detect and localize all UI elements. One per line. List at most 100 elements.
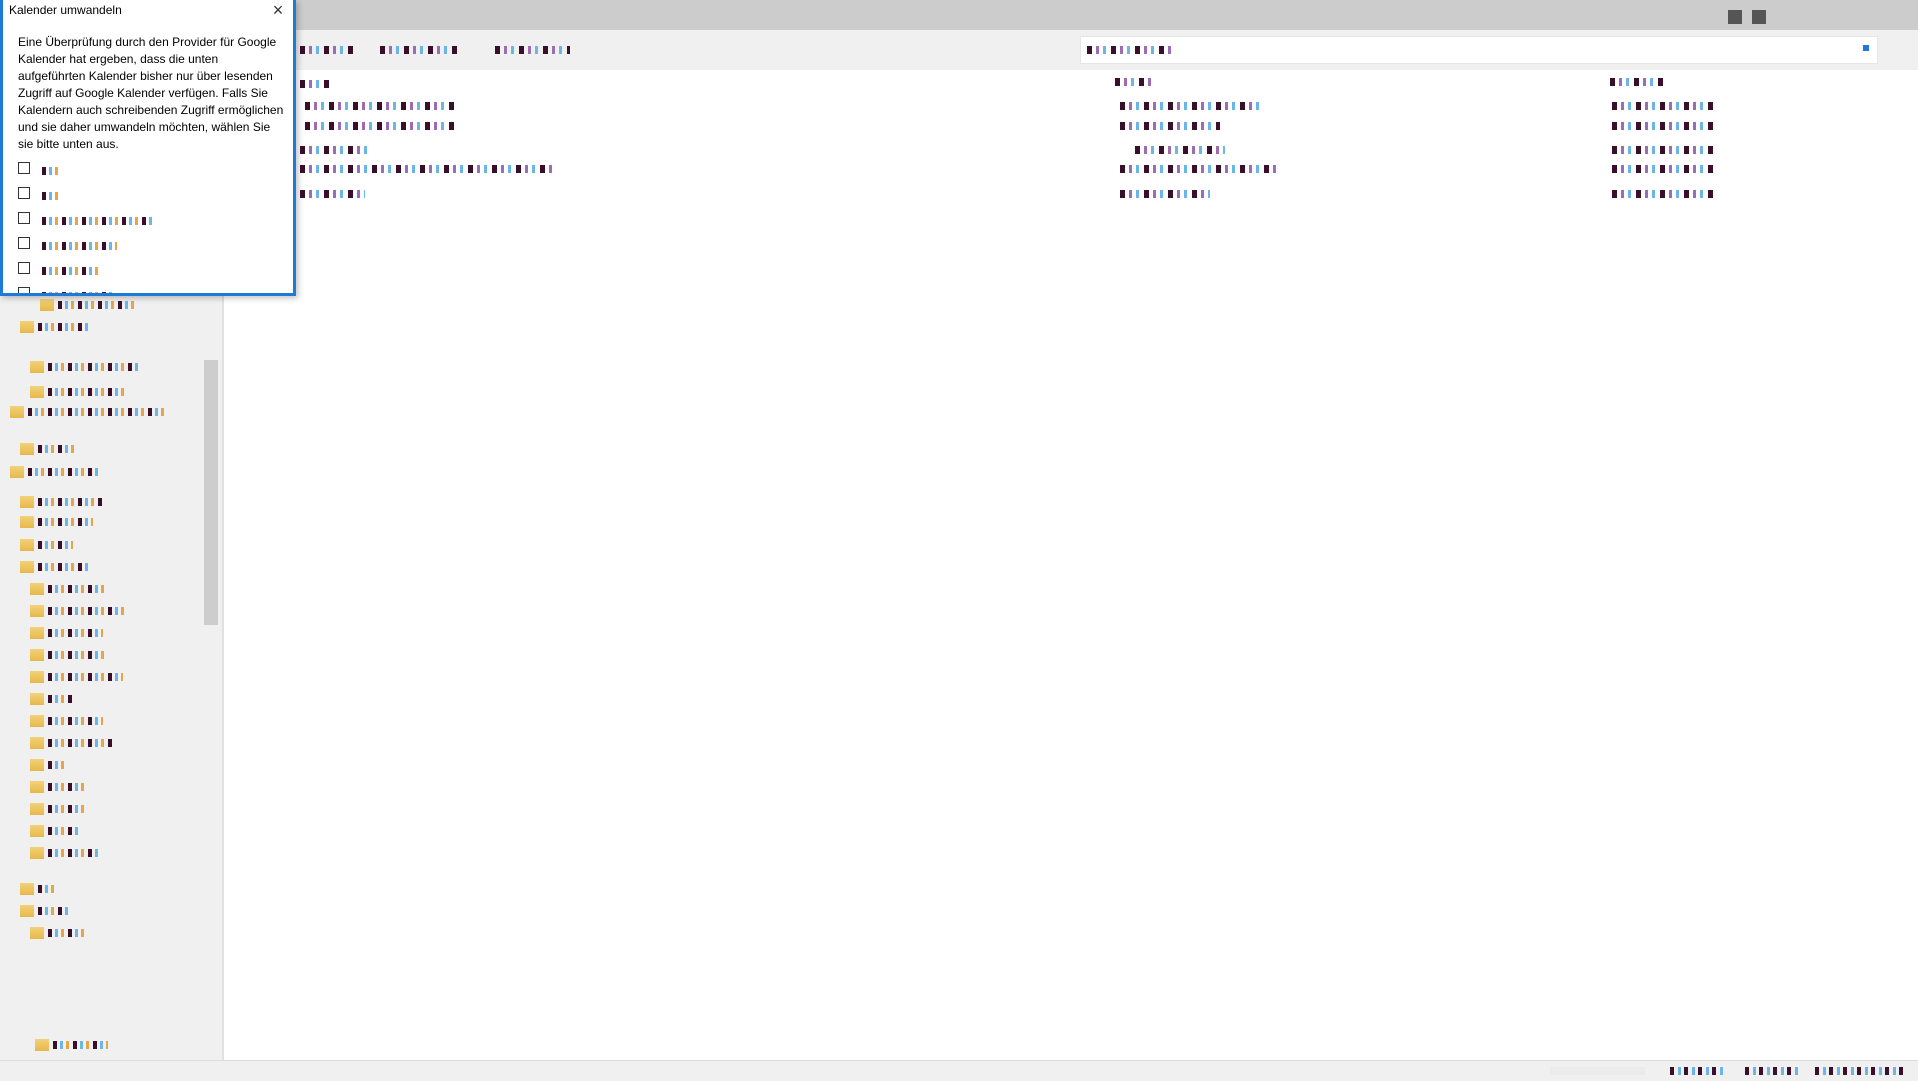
tree-item[interactable]	[20, 320, 170, 334]
calendar-checkbox[interactable]	[18, 237, 30, 249]
folder-icon	[30, 825, 44, 837]
tree-item[interactable]	[20, 560, 170, 574]
calendar-checkbox[interactable]	[18, 262, 30, 274]
tree-item[interactable]	[20, 882, 170, 896]
list-item[interactable]	[1120, 122, 1220, 130]
tree-item[interactable]	[30, 780, 180, 794]
sidebar-scrollbar[interactable]	[204, 360, 218, 625]
tree-label	[48, 717, 103, 725]
tree-item[interactable]	[30, 926, 180, 940]
list-item[interactable]	[1120, 165, 1280, 173]
list-item[interactable]	[1135, 146, 1225, 154]
status-field	[1745, 1067, 1800, 1075]
toolbar-button[interactable]	[380, 46, 460, 54]
calendar-option[interactable]	[18, 235, 278, 251]
calendar-option[interactable]	[18, 160, 278, 176]
tree-item[interactable]	[35, 1038, 185, 1052]
list-item[interactable]	[305, 102, 455, 110]
calendar-option[interactable]	[18, 260, 278, 276]
tree-label	[48, 783, 88, 791]
tree-item[interactable]	[10, 465, 160, 479]
folder-icon	[30, 386, 44, 398]
folder-icon	[30, 627, 44, 639]
tree-label	[38, 885, 58, 893]
list-item[interactable]	[300, 146, 370, 154]
tree-item[interactable]	[20, 442, 170, 456]
toolbar-button[interactable]	[300, 46, 355, 54]
list-item[interactable]	[1612, 146, 1717, 154]
calendar-label	[42, 267, 100, 275]
folder-icon	[30, 671, 44, 683]
status-field	[1550, 1067, 1645, 1075]
tree-item[interactable]	[20, 904, 170, 918]
tree-label	[48, 761, 68, 769]
toolbar-button[interactable]	[495, 46, 570, 54]
calendar-option[interactable]	[18, 285, 278, 293]
tree-label	[48, 363, 138, 371]
list-item[interactable]	[1612, 165, 1717, 173]
tree-item[interactable]	[20, 515, 170, 529]
tree-label	[48, 629, 103, 637]
folder-icon	[20, 883, 34, 895]
tree-item[interactable]	[30, 846, 180, 860]
folder-icon	[20, 516, 34, 528]
tree-item[interactable]	[20, 538, 170, 552]
tree-label	[48, 388, 128, 396]
folder-icon	[30, 781, 44, 793]
list-item[interactable]	[305, 122, 455, 130]
calendar-checkbox[interactable]	[18, 287, 30, 293]
tree-item[interactable]	[10, 405, 190, 419]
list-item[interactable]	[300, 165, 555, 173]
tree-item[interactable]	[30, 758, 180, 772]
tree-label	[48, 929, 88, 937]
calendar-label	[42, 242, 117, 250]
calendar-checkbox[interactable]	[18, 187, 30, 199]
tree-item[interactable]	[30, 385, 180, 399]
list-item[interactable]	[1612, 190, 1717, 198]
close-icon[interactable]: ×	[269, 0, 287, 20]
folder-icon	[10, 406, 24, 418]
search-input[interactable]	[1080, 36, 1878, 64]
calendar-option[interactable]	[18, 185, 278, 201]
tree-label	[48, 585, 108, 593]
tree-label	[48, 651, 108, 659]
tree-label	[48, 739, 113, 747]
calendar-checkbox[interactable]	[18, 162, 30, 174]
tree-item[interactable]	[30, 582, 180, 596]
status-field	[1815, 1067, 1905, 1075]
tree-label	[48, 827, 78, 835]
tree-item[interactable]	[20, 495, 170, 509]
tree-label	[38, 907, 68, 915]
tree-item[interactable]	[30, 604, 180, 618]
tree-item[interactable]	[30, 824, 180, 838]
folder-icon	[35, 1039, 49, 1051]
tree-item[interactable]	[30, 670, 180, 684]
tree-label	[48, 849, 98, 857]
tree-item[interactable]	[30, 736, 180, 750]
folder-icon	[30, 715, 44, 727]
list-item[interactable]	[1120, 190, 1210, 198]
folder-icon	[10, 466, 24, 478]
tree-item[interactable]	[40, 298, 190, 312]
maximize-icon[interactable]	[1752, 10, 1766, 24]
list-item[interactable]	[300, 190, 365, 198]
tree-label	[48, 673, 123, 681]
tree-item[interactable]	[30, 802, 180, 816]
tree-label	[28, 468, 98, 476]
tree-label	[38, 498, 103, 506]
status-field	[1670, 1067, 1725, 1075]
tree-item[interactable]	[30, 714, 180, 728]
minimize-icon[interactable]	[1728, 10, 1742, 24]
tree-item[interactable]	[30, 692, 180, 706]
list-item[interactable]	[1612, 102, 1717, 110]
list-item[interactable]	[1120, 102, 1260, 110]
folder-icon	[30, 847, 44, 859]
calendar-option[interactable]	[18, 210, 278, 226]
calendar-checkbox[interactable]	[18, 212, 30, 224]
tree-item[interactable]	[30, 626, 180, 640]
list-item[interactable]	[1612, 122, 1717, 130]
convert-calendars-dialog: Kalender umwandeln × Eine Überprüfung du…	[0, 0, 296, 296]
tree-item[interactable]	[30, 360, 180, 374]
list-heading	[1115, 78, 1155, 86]
tree-item[interactable]	[30, 648, 180, 662]
